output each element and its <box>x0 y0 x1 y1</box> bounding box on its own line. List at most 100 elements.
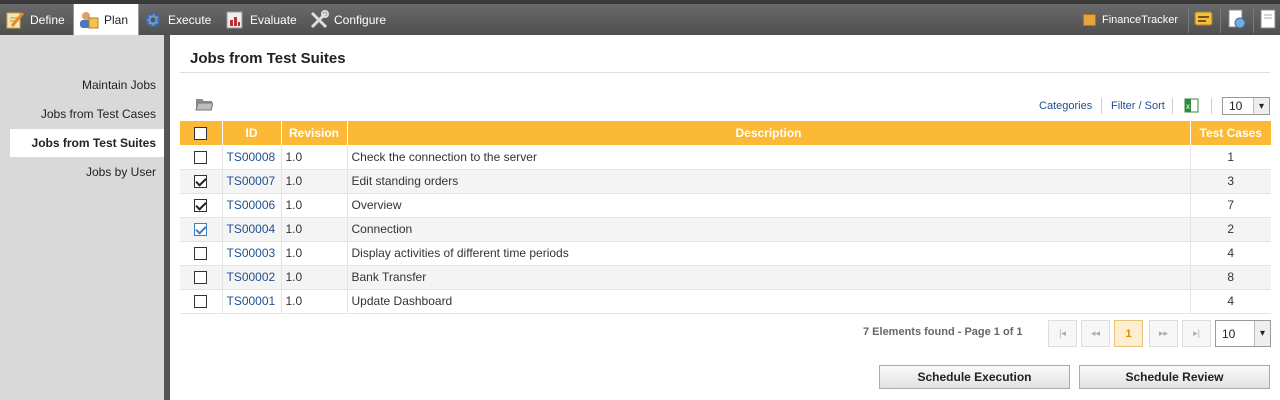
row-checkbox[interactable] <box>194 223 208 237</box>
revision-cell: 1.0 <box>281 193 348 218</box>
project-name: FinanceTracker <box>1102 13 1179 26</box>
description-cell: Bank Transfer <box>347 265 1191 290</box>
column-header-id[interactable]: ID <box>222 121 282 145</box>
next-page-button[interactable]: ▸▸ <box>1149 320 1178 347</box>
toolbar-divider <box>1253 7 1254 33</box>
row-checkbox[interactable] <box>194 271 208 285</box>
description-cell: Update Dashboard <box>347 289 1191 314</box>
description-cell: Edit standing orders <box>347 169 1191 194</box>
toolbar-divider <box>1188 7 1189 33</box>
nav-evaluate-label: Evaluate <box>250 12 297 27</box>
sidebar: Maintain Jobs Jobs from Test Cases Jobs … <box>0 35 170 400</box>
select-all-header <box>180 121 223 145</box>
test-cases-cell: 2 <box>1190 217 1271 242</box>
previous-page-button[interactable]: ◂◂ <box>1081 320 1110 347</box>
table-row[interactable]: TS00007 1.0 Edit standing orders 3 <box>180 169 1271 194</box>
sidebar-item-jobs-by-user[interactable]: Jobs by User <box>86 165 156 179</box>
users-calendar-icon <box>79 10 99 30</box>
excel-export-icon[interactable]: x <box>1184 98 1199 113</box>
test-cases-cell: 3 <box>1190 169 1271 194</box>
row-checkbox[interactable] <box>194 175 208 189</box>
categories-link[interactable]: Categories <box>1039 100 1092 112</box>
link-divider <box>1101 98 1102 114</box>
filter-sort-link[interactable]: Filter / Sort <box>1111 100 1165 112</box>
description-cell: Display activities of different time per… <box>347 241 1191 266</box>
link-divider <box>1172 98 1173 114</box>
table-row[interactable]: TS00006 1.0 Overview 7 <box>180 193 1271 218</box>
suite-id-link[interactable]: TS00001 <box>227 294 276 308</box>
jobs-table: ID Revision Description Test Cases TS000… <box>180 121 1271 314</box>
nav-execute[interactable]: Execute <box>143 4 221 35</box>
suite-id-link[interactable]: TS00006 <box>227 198 276 212</box>
nav-define[interactable]: Define <box>0 4 72 35</box>
document-clock-icon[interactable] <box>1226 8 1248 30</box>
id-cell: TS00007 <box>222 169 282 194</box>
revision-cell: 1.0 <box>281 241 348 266</box>
row-select-cell <box>180 145 223 170</box>
page-size-select[interactable]: 10 ▾ <box>1215 320 1271 347</box>
current-page-button[interactable]: 1 <box>1114 320 1143 347</box>
suite-id-link[interactable]: TS00007 <box>227 174 276 188</box>
suite-id-link[interactable]: TS00008 <box>227 150 276 164</box>
chevron-down-icon: ▾ <box>1253 98 1269 114</box>
sidebar-item-maintain-jobs[interactable]: Maintain Jobs <box>82 78 156 92</box>
test-cases-cell: 7 <box>1190 193 1271 218</box>
tools-icon <box>309 9 329 30</box>
select-all-checkbox[interactable] <box>194 127 208 141</box>
schedule-execution-button[interactable]: Schedule Execution <box>879 365 1070 389</box>
nav-configure-label: Configure <box>334 12 387 27</box>
row-select-cell <box>180 193 223 218</box>
last-page-button[interactable]: ▸| <box>1182 320 1211 347</box>
first-page-button[interactable]: |◂ <box>1048 320 1077 347</box>
test-cases-cell: 4 <box>1190 289 1271 314</box>
table-row[interactable]: TS00002 1.0 Bank Transfer 8 <box>180 265 1271 290</box>
title-divider <box>180 72 1270 73</box>
nav-plan-label: Plan <box>104 12 129 27</box>
table-row[interactable]: TS00004 1.0 Connection 2 <box>180 217 1271 242</box>
top-page-size-select[interactable]: 10 ▾ <box>1222 97 1270 115</box>
row-checkbox[interactable] <box>194 150 208 164</box>
nav-configure[interactable]: Configure <box>309 4 399 35</box>
id-cell: TS00002 <box>222 265 282 290</box>
open-folder-icon[interactable] <box>195 96 214 111</box>
nav-execute-label: Execute <box>168 12 212 27</box>
column-header-description[interactable]: Description <box>347 121 1191 145</box>
revision-cell: 1.0 <box>281 265 348 290</box>
gear-icon <box>143 10 163 30</box>
suite-id-link[interactable]: TS00004 <box>227 222 276 236</box>
id-cell: TS00004 <box>222 217 282 242</box>
id-cell: TS00006 <box>222 193 282 218</box>
document-icon[interactable] <box>1258 8 1280 30</box>
svg-text:x: x <box>1186 102 1190 111</box>
toolbar-divider <box>1220 7 1221 33</box>
page-size-value: 10 <box>1222 327 1236 341</box>
row-checkbox[interactable] <box>194 295 208 309</box>
suite-id-link[interactable]: TS00002 <box>227 270 276 284</box>
revision-cell: 1.0 <box>281 169 348 194</box>
column-header-test-cases[interactable]: Test Cases <box>1190 121 1271 145</box>
nav-evaluate[interactable]: Evaluate <box>225 4 305 35</box>
project-selector[interactable]: FinanceTracker <box>1083 4 1178 35</box>
table-row[interactable]: TS00003 1.0 Display activities of differen… <box>180 241 1271 266</box>
row-checkbox[interactable] <box>194 247 208 261</box>
row-checkbox[interactable] <box>194 199 208 213</box>
sidebar-item-jobs-from-test-cases[interactable]: Jobs from Test Cases <box>41 107 156 121</box>
suite-id-link[interactable]: TS00003 <box>227 246 276 260</box>
table-row[interactable]: TS00001 1.0 Update Dashboard 4 <box>180 289 1271 314</box>
notepad-pencil-icon <box>5 10 25 30</box>
description-cell: Overview <box>347 193 1191 218</box>
notification-icon[interactable] <box>1193 8 1215 30</box>
id-cell: TS00003 <box>222 241 282 266</box>
page-title: Jobs from Test Suites <box>190 50 346 67</box>
column-header-revision[interactable]: Revision <box>281 121 348 145</box>
schedule-review-button[interactable]: Schedule Review <box>1079 365 1270 389</box>
top-page-size-value: 10 <box>1229 99 1243 113</box>
table-row[interactable]: TS00008 1.0 Check the connection to the se… <box>180 145 1271 170</box>
row-select-cell <box>180 265 223 290</box>
id-cell: TS00001 <box>222 289 282 314</box>
sidebar-item-jobs-from-test-suites[interactable]: Jobs from Test Suites <box>10 129 164 157</box>
project-icon <box>1083 13 1096 26</box>
revision-cell: 1.0 <box>281 145 348 170</box>
report-chart-icon <box>225 10 245 30</box>
nav-plan[interactable]: Plan <box>73 4 139 35</box>
